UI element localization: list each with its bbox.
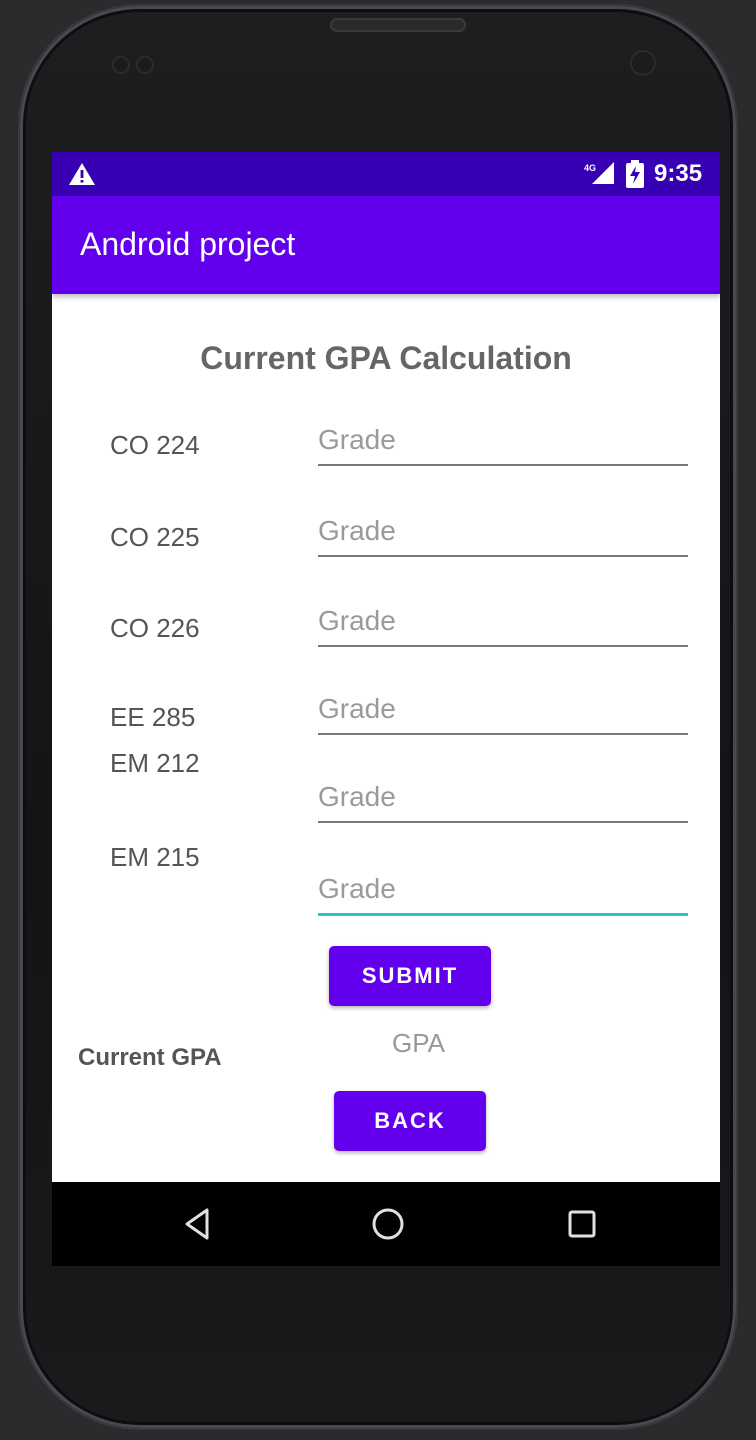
course-label: CO 225 xyxy=(110,522,200,552)
app-bar: Android project xyxy=(52,196,720,294)
sensor-dot xyxy=(112,56,130,74)
earpiece-speaker xyxy=(330,18,466,32)
warning-icon xyxy=(69,163,95,185)
status-clock: 9:35 xyxy=(654,160,703,187)
grade-field[interactable] xyxy=(318,693,688,725)
grade-input-ee285[interactable] xyxy=(318,693,688,735)
back-triangle-icon[interactable] xyxy=(178,1204,218,1244)
grade-field[interactable] xyxy=(318,605,688,637)
grade-field[interactable] xyxy=(318,781,688,813)
grade-input-co224[interactable] xyxy=(318,424,688,466)
sensor-dot xyxy=(136,56,154,74)
grade-input-co226[interactable] xyxy=(318,605,688,647)
grade-input-em212[interactable] xyxy=(318,781,688,823)
status-bar: 4G 9:35 xyxy=(52,152,720,196)
grade-input-co225[interactable] xyxy=(318,515,688,557)
front-camera xyxy=(630,50,656,76)
course-label: EM 215 xyxy=(110,842,200,872)
recents-square-icon[interactable] xyxy=(562,1204,602,1244)
back-button[interactable]: BACK xyxy=(334,1091,486,1151)
navigation-bar xyxy=(52,1182,720,1266)
home-circle-icon[interactable] xyxy=(368,1204,408,1244)
network-type-label: 4G xyxy=(584,163,596,173)
page-title: Current GPA Calculation xyxy=(200,340,572,376)
grade-field[interactable] xyxy=(318,424,688,456)
submit-button[interactable]: SUBMIT xyxy=(329,946,491,1006)
course-label: EM 212 xyxy=(110,748,200,778)
course-label: EE 285 xyxy=(110,702,196,732)
network-signal-icon: 4G xyxy=(584,162,614,184)
screen: 4G 9:35 Android project Current GPA Calc… xyxy=(52,152,720,1266)
grade-field[interactable] xyxy=(318,515,688,547)
grade-field[interactable] xyxy=(318,873,688,905)
course-label: CO 224 xyxy=(110,430,200,460)
grade-input-em215[interactable] xyxy=(318,873,688,916)
battery-charging-icon xyxy=(626,160,644,188)
current-gpa-label: Current GPA xyxy=(78,1044,222,1071)
course-label: CO 226 xyxy=(110,613,200,643)
app-title: Android project xyxy=(80,226,296,262)
gpa-value: GPA xyxy=(392,1028,445,1058)
